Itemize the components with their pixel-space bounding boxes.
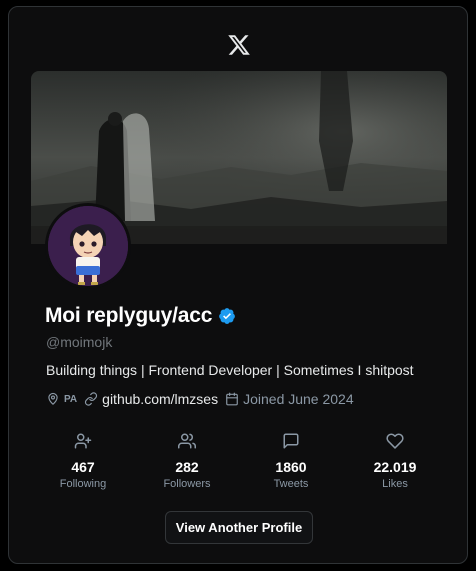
message-icon <box>283 433 299 449</box>
profile-handle: @moimojk <box>46 334 113 350</box>
website-link[interactable]: github.com/lmzses <box>102 391 218 407</box>
name-row: Moi replyguy/acc <box>45 304 236 328</box>
stat-label: Followers <box>163 478 211 490</box>
profile-meta: PA github.com/lmzses Joined June 2024 <box>46 391 361 407</box>
view-another-profile-button[interactable]: View Another Profile <box>165 511 313 544</box>
stat-followers[interactable]: 282 Followers <box>135 431 239 490</box>
stat-tweets[interactable]: 1860 Tweets <box>239 431 343 490</box>
stat-following[interactable]: 467 Following <box>31 431 135 490</box>
calendar-icon <box>226 392 238 406</box>
stat-value: 467 <box>71 459 95 475</box>
link-icon <box>85 392 98 406</box>
joined-date: Joined June 2024 <box>225 391 354 407</box>
stat-value: 282 <box>175 459 199 475</box>
stat-value: 22.019 <box>373 459 417 475</box>
joined-text: Joined June 2024 <box>243 391 354 407</box>
profile-card: Moi replyguy/acc @moimojk Building thing… <box>8 6 468 564</box>
location-text: PA <box>64 393 78 405</box>
stat-label: Tweets <box>273 478 309 490</box>
x-logo-icon[interactable] <box>227 33 251 57</box>
stat-value: 1860 <box>275 459 307 475</box>
users-icon <box>178 433 196 449</box>
avatar[interactable] <box>45 203 131 289</box>
stat-label: Likes <box>382 478 408 490</box>
user-plus-icon <box>74 433 92 449</box>
heart-icon <box>386 433 404 449</box>
location-pin-icon <box>48 392 58 405</box>
location: PA <box>46 392 77 406</box>
stat-likes[interactable]: 22.019 Likes <box>343 431 447 490</box>
stat-label: Following <box>59 478 107 490</box>
profile-name: Moi replyguy/acc <box>45 304 213 327</box>
avatar-image <box>48 206 128 286</box>
website[interactable]: github.com/lmzses <box>84 391 218 407</box>
verified-badge-icon <box>219 308 236 324</box>
stats-row: 467 Following 282 Followers 1860 Tweets … <box>31 431 447 490</box>
profile-bio: Building things | Frontend Developer | S… <box>46 362 414 378</box>
